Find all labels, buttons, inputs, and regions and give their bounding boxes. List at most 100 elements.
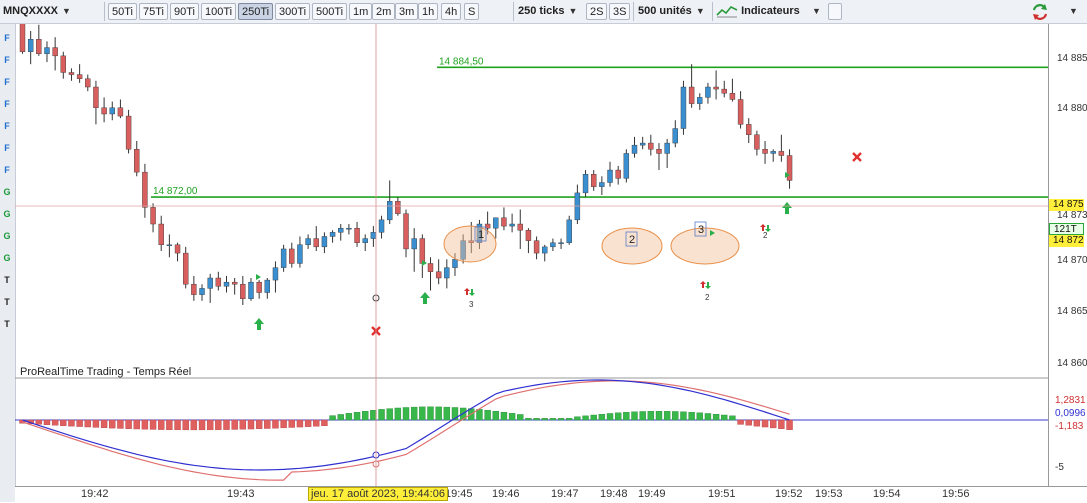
drawing-tool-1[interactable]: F bbox=[1, 32, 13, 45]
histogram-bar bbox=[190, 419, 198, 431]
drawing-tool-6[interactable]: F bbox=[1, 142, 13, 155]
interval-100ti-button[interactable]: 100Ti bbox=[201, 3, 237, 20]
candle-body bbox=[493, 217, 499, 229]
histogram-bar bbox=[215, 419, 222, 430]
price-tick-label: 14 865 bbox=[1057, 306, 1087, 317]
price-axis[interactable]: 14 885 14 880 14 873 14 870 14 865 14 860 14 8… bbox=[1048, 24, 1087, 487]
drawing-tool-11[interactable]: G bbox=[1, 252, 13, 265]
candle bbox=[52, 37, 58, 71]
histogram-bar bbox=[566, 418, 573, 421]
candle bbox=[248, 278, 254, 301]
drawing-tool-9[interactable]: G bbox=[1, 208, 13, 221]
time-axis[interactable]: 19:42 19:43 19:45 19:46 19:47 19:48 19:49 19:51… bbox=[15, 486, 1087, 503]
candle bbox=[182, 246, 189, 289]
candle bbox=[493, 217, 499, 239]
histogram-bar bbox=[402, 407, 410, 421]
histogram-bar bbox=[778, 419, 785, 430]
drawing-tool-7[interactable]: F bbox=[1, 164, 13, 177]
interval-label: 75Ti bbox=[143, 6, 164, 18]
interval-2s-button[interactable]: 2S bbox=[586, 3, 608, 20]
ticks-dropdown[interactable]: 250 ticks ▼ bbox=[518, 3, 577, 20]
interval-50ti-button[interactable]: 50Ti bbox=[108, 3, 137, 20]
indicators-dropdown-button[interactable]: ▼ bbox=[808, 3, 821, 20]
interval-3m-button[interactable]: 3m bbox=[395, 3, 419, 20]
candle bbox=[427, 257, 434, 291]
interval-label: 50Ti bbox=[112, 6, 133, 18]
interval-90ti-button[interactable]: 90Ti bbox=[170, 3, 199, 20]
histogram-bar bbox=[321, 419, 328, 427]
candle bbox=[419, 234, 426, 279]
interval-4h-button[interactable]: 4h bbox=[441, 3, 462, 20]
candle-body bbox=[631, 144, 638, 154]
drawing-tool-5[interactable]: F bbox=[1, 120, 13, 133]
candle bbox=[542, 244, 548, 262]
interval-s-button[interactable]: S bbox=[464, 3, 480, 20]
time-tick-label: 19:48 bbox=[600, 488, 628, 500]
candle bbox=[370, 226, 377, 247]
candle-body bbox=[697, 97, 703, 104]
candle-body bbox=[240, 284, 246, 299]
histogram-bar bbox=[60, 419, 67, 426]
candle bbox=[19, 24, 26, 54]
signal-count-label: 2 bbox=[705, 293, 710, 302]
candle bbox=[215, 271, 222, 291]
candle-body bbox=[411, 238, 417, 250]
interval-3s-button[interactable]: 3S bbox=[609, 3, 631, 20]
sell-signal-icon bbox=[700, 281, 706, 288]
histogram-bar bbox=[231, 419, 238, 430]
candle-body bbox=[27, 39, 34, 52]
histogram-bar bbox=[476, 409, 483, 421]
drawing-tool-8[interactable]: G bbox=[1, 186, 13, 199]
drawing-tool-3[interactable]: F bbox=[1, 76, 13, 89]
checkbox[interactable] bbox=[828, 3, 842, 20]
histogram-bar bbox=[508, 413, 516, 421]
signal-count-label: 3 bbox=[469, 300, 474, 309]
candle bbox=[346, 224, 352, 235]
drawing-tool-14[interactable]: T bbox=[1, 318, 13, 331]
candle bbox=[631, 136, 638, 158]
histogram-bar bbox=[304, 419, 312, 427]
chart-area[interactable]: 14 884,50 14 872,00 1 2 3 3 2 2 ProRealTime Tra… bbox=[15, 24, 1048, 487]
buy-signal-icon bbox=[782, 202, 792, 214]
interval-250ti-button[interactable]: 250Ti bbox=[238, 3, 274, 20]
drawing-tool-12[interactable]: T bbox=[1, 274, 13, 287]
candle bbox=[256, 280, 262, 299]
candle-body bbox=[60, 55, 66, 73]
histogram-bar bbox=[500, 412, 508, 421]
candle bbox=[599, 176, 605, 195]
interval-500ti-button[interactable]: 500Ti bbox=[312, 3, 348, 20]
interval-300ti-button[interactable]: 300Ti bbox=[275, 3, 311, 20]
histogram-bar bbox=[672, 411, 679, 421]
candle-body bbox=[672, 128, 678, 144]
candle-body bbox=[93, 86, 99, 108]
drawing-tool-4[interactable]: F bbox=[1, 98, 13, 111]
drawing-tool-13[interactable]: T bbox=[1, 296, 13, 309]
histogram-bar bbox=[353, 412, 361, 421]
interval-1m-button[interactable]: 1m bbox=[349, 3, 373, 20]
units-dropdown[interactable]: 500 unités ▼ bbox=[638, 3, 705, 20]
candle-body bbox=[142, 171, 148, 208]
candle bbox=[566, 215, 572, 245]
candle-body bbox=[166, 244, 173, 246]
refresh-icon[interactable] bbox=[1030, 2, 1050, 20]
candle bbox=[444, 259, 450, 289]
candle-body bbox=[533, 240, 540, 254]
candle-body bbox=[101, 107, 107, 115]
price-tick-label: 14 870 bbox=[1057, 255, 1087, 266]
candle-body bbox=[362, 238, 368, 243]
histogram-bar bbox=[712, 414, 720, 421]
toolbar-dropdown-button[interactable]: ▼ bbox=[1065, 3, 1078, 20]
candle bbox=[574, 184, 581, 225]
drawing-tool-10[interactable]: G bbox=[1, 230, 13, 243]
histogram-bar bbox=[623, 412, 630, 421]
indicator-tick-label: 0,0996 bbox=[1055, 408, 1086, 419]
left-toolbar: FFFFFFFGGGGTTT bbox=[0, 24, 16, 502]
interval-75ti-button[interactable]: 75Ti bbox=[139, 3, 168, 20]
interval-1h-button[interactable]: 1h bbox=[418, 3, 439, 20]
candle bbox=[272, 261, 279, 293]
indicators-button[interactable]: Indicateurs bbox=[716, 3, 800, 20]
drawing-tool-2[interactable]: F bbox=[1, 54, 13, 67]
instrument-selector[interactable]: MNQXXXX ▼ bbox=[3, 3, 71, 20]
interval-2m-button[interactable]: 2m bbox=[372, 3, 396, 20]
candle bbox=[264, 278, 271, 299]
